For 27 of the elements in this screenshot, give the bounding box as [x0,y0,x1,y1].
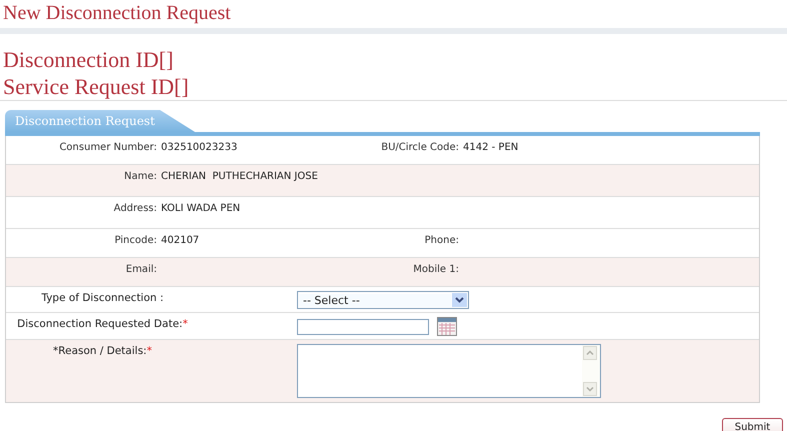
field-label: Type of Disconnection : [40,291,165,306]
field-label: *Reason / Details:* [52,344,153,359]
submit-button[interactable]: Submit [722,418,783,431]
type-dropdown[interactable]: -- Select -- [297,291,469,309]
id-heading: Service Request ID[] [3,73,190,100]
field-label: BU/Circle Code: [380,142,460,155]
field-label: Email: [124,264,158,277]
chevron-down-icon [455,297,464,303]
scroll-down-icon[interactable] [583,382,597,396]
field-label: Address: [112,203,158,216]
page-title: New Disconnection Request [2,1,232,26]
id-heading: Disconnection ID[] [3,46,174,73]
field-value: 4142 - PEN [463,142,520,155]
field-value: KOLI WADA PEN [161,203,240,216]
date-field[interactable] [297,318,429,334]
field-label: Phone: [424,235,460,248]
field-value: CHERIAN PUTHECHARIAN JOSE [161,171,318,184]
scroll-up-icon[interactable] [583,346,597,360]
reason-field[interactable] [297,344,601,398]
field-label: Disconnection Requested Date:* [16,317,189,332]
field-label: Pincode: [114,235,158,248]
field-value: 032510023233 [161,142,238,155]
calendar-icon[interactable] [437,317,457,336]
field-label: Mobile 1: [412,264,460,277]
field-label: Name: [123,171,158,184]
field-value: 402107 [161,235,200,248]
field-label: Consumer Number: [58,142,158,155]
